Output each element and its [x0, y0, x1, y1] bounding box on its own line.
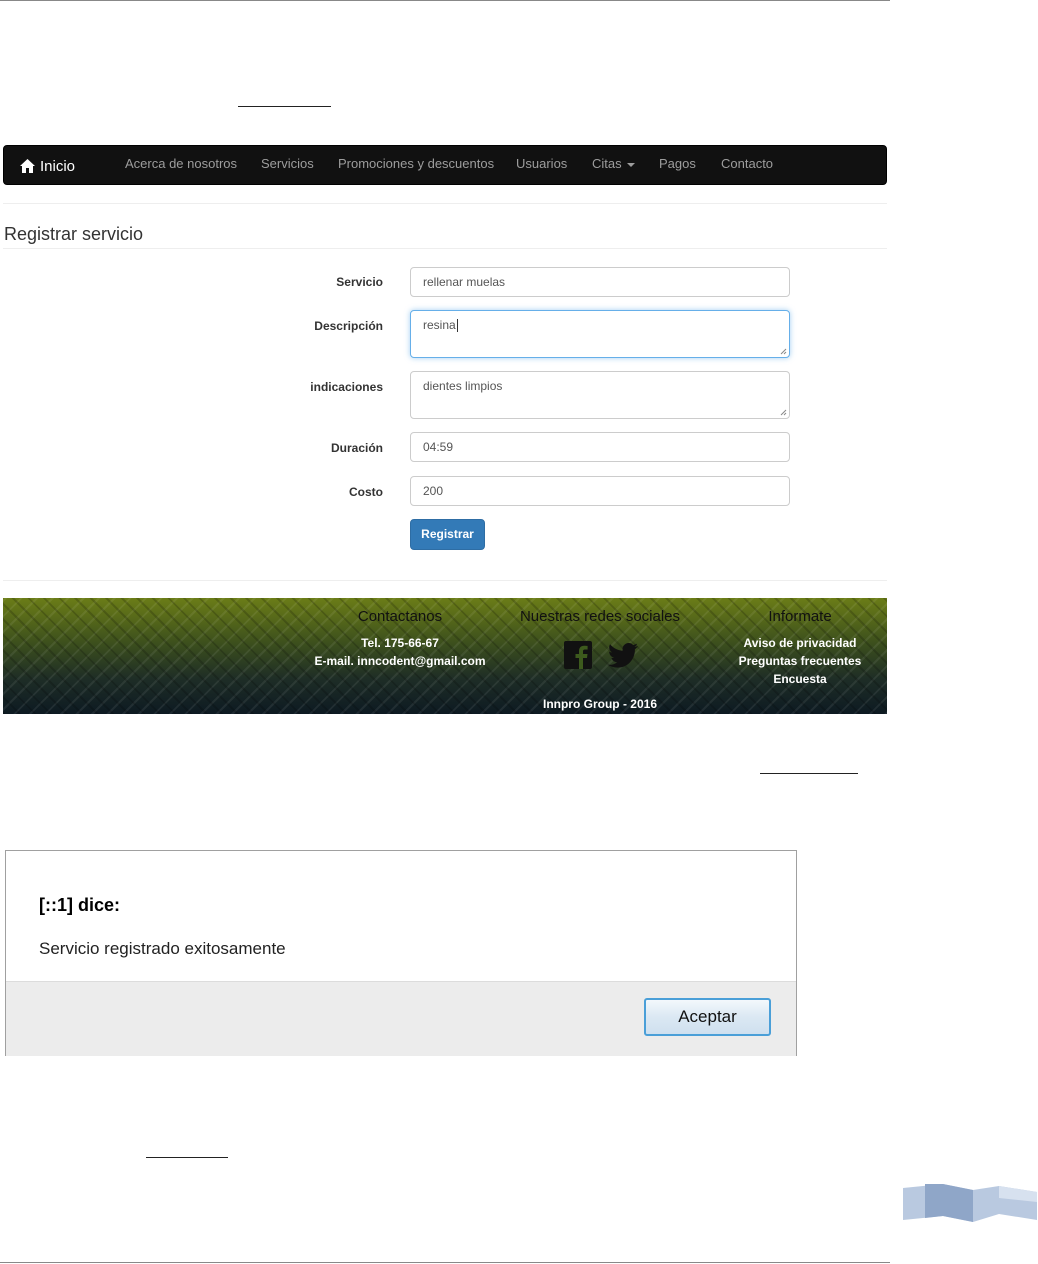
dialog-button-bar: Aceptar [6, 981, 796, 1056]
text-cursor [456, 319, 458, 333]
underline-mark [760, 773, 858, 774]
label-servicio: Servicio [336, 275, 383, 289]
dialog-message: Servicio registrado exitosamente [39, 939, 286, 958]
footer-social-heading: Nuestras redes sociales [519, 608, 681, 625]
servicio-value: rellenar muelas [423, 275, 506, 289]
nav-item-servicios[interactable]: Servicios [261, 146, 314, 186]
home-icon [20, 159, 35, 173]
divider [3, 580, 887, 581]
label-indicaciones: indicaciones [310, 380, 383, 394]
divider [3, 203, 887, 204]
servicio-input[interactable]: rellenar muelas [410, 267, 790, 297]
nav-item-usuarios[interactable]: Usuarios [516, 146, 567, 186]
nav-item-citas[interactable]: Citas [592, 146, 635, 186]
underline-mark [146, 1157, 228, 1158]
footer: Contactanos Tel. 175-66-67 E-mail. innco… [3, 598, 887, 714]
indicaciones-value: dientes limpios [423, 379, 503, 393]
indicaciones-textarea[interactable]: dientes limpios [410, 371, 790, 419]
page-decoration-graphic [903, 1184, 1037, 1222]
registrar-button[interactable]: Registrar [410, 519, 485, 550]
duracion-input[interactable]: 04:59 [410, 432, 790, 462]
brand-label: Inicio [40, 157, 76, 175]
divider [3, 248, 887, 249]
aceptar-button[interactable]: Aceptar [644, 998, 771, 1036]
footer-link-preguntas[interactable]: Preguntas frecuentes [720, 652, 880, 670]
page-title: Registrar servicio [4, 224, 144, 244]
underline-mark [238, 106, 331, 107]
costo-value: 200 [423, 484, 444, 498]
dialog-title: [::1] dice: [39, 895, 120, 915]
descripcion-textarea[interactable]: resina [410, 310, 790, 358]
footer-phone: Tel. 175-66-67 [361, 636, 439, 650]
navbar: Inicio Acerca de nosotros Servicios Prom… [3, 145, 887, 185]
descripcion-value: resina [423, 318, 456, 332]
facebook-icon[interactable] [564, 641, 592, 669]
resize-handle-icon[interactable] [780, 348, 787, 355]
brand-home-link[interactable]: Inicio [19, 146, 75, 186]
footer-email[interactable]: E-mail. inncodent@gmail.com [300, 652, 500, 670]
duracion-value: 04:59 [423, 440, 454, 454]
label-costo: Costo [349, 485, 383, 499]
nav-item-promociones[interactable]: Promociones y descuentos [338, 146, 494, 186]
costo-input[interactable]: 200 [410, 476, 790, 506]
footer-link-encuesta[interactable]: Encuesta [720, 670, 880, 688]
nav-item-pagos[interactable]: Pagos [659, 146, 696, 186]
nav-item-acerca[interactable]: Acerca de nosotros [125, 146, 237, 186]
label-duracion: Duración [330, 441, 383, 455]
footer-contact-heading: Contactanos [357, 608, 443, 625]
caret-down-icon [626, 162, 635, 167]
page-bottom-rule [0, 1262, 890, 1263]
footer-copyright: Innpro Group - 2016 [542, 697, 657, 711]
alert-dialog: [::1] dice: Servicio registrado exitosam… [5, 850, 797, 1056]
resize-handle-icon[interactable] [780, 409, 787, 416]
label-descripcion: Descripción [314, 319, 383, 333]
footer-link-privacidad[interactable]: Aviso de privacidad [720, 634, 880, 652]
nav-item-contacto[interactable]: Contacto [721, 146, 773, 186]
footer-info-heading: Informate [768, 608, 832, 625]
twitter-icon[interactable] [608, 643, 638, 668]
nav-item-citas-label: Citas [592, 156, 622, 171]
page-top-rule [0, 0, 890, 1]
